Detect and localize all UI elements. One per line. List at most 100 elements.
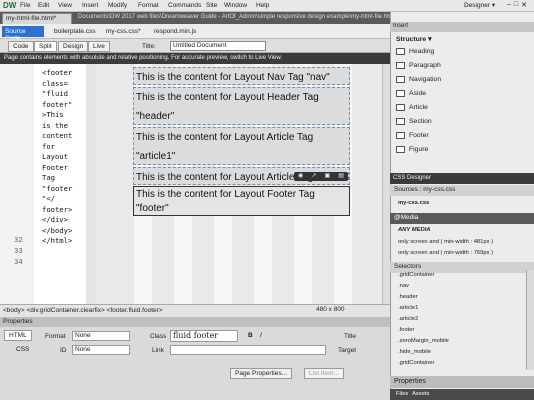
live-view-button[interactable]: Live xyxy=(88,41,110,52)
id-select[interactable]: None xyxy=(72,345,130,355)
design-view-button[interactable]: Design xyxy=(58,41,89,52)
insert-article[interactable]: Article xyxy=(396,104,428,111)
block-text: This is the content for Layout Nav Tag "… xyxy=(136,72,330,83)
css-designer-head: CSS Designer xyxy=(390,173,534,184)
any-media[interactable]: ANY MEDIA xyxy=(398,227,430,233)
selector-item[interactable]: .nav xyxy=(398,283,409,289)
code-line: </body> xyxy=(42,225,73,235)
media-rule[interactable]: only screen and ( min-width : 481px ) xyxy=(398,239,493,245)
selector-item[interactable]: .gridContainer xyxy=(398,272,434,278)
sources-header[interactable]: Sources : my-css.css xyxy=(390,185,534,196)
insert-label: Heading xyxy=(409,48,435,55)
html-mode-button[interactable]: HTML xyxy=(4,330,32,341)
code-line: >This xyxy=(42,110,64,119)
selector-item[interactable]: .article2 xyxy=(398,316,418,322)
delete-icon[interactable]: ▤ xyxy=(338,172,344,181)
menu-format[interactable]: Format xyxy=(138,2,159,9)
selectors-scrollbar[interactable] xyxy=(526,270,534,370)
link-input[interactable] xyxy=(170,345,326,355)
css-mode-button[interactable]: CSS xyxy=(16,346,29,353)
line-number: 33 xyxy=(14,246,23,255)
target-label: Target xyxy=(338,347,357,354)
format-label: Format xyxy=(45,333,66,340)
warning-bar: Page contains elements with absolute and… xyxy=(0,53,390,64)
article-icon xyxy=(396,104,405,111)
selector-item[interactable]: .hide_mobile xyxy=(398,349,431,355)
code-line: for xyxy=(42,141,55,151)
split-view-button[interactable]: Split xyxy=(34,41,57,52)
figure-icon xyxy=(396,146,405,153)
selector-item[interactable]: .gridContainer xyxy=(398,360,434,366)
selector-item[interactable]: .footer xyxy=(398,327,414,333)
related-file-mycss[interactable]: my-css.css* xyxy=(106,28,141,35)
related-file-boilerplate[interactable]: boilerplate.css xyxy=(54,28,96,35)
code-scrollbar[interactable] xyxy=(86,64,96,304)
list-item-button[interactable]: List Item... xyxy=(304,368,344,379)
code-line: "fluid xyxy=(42,89,68,98)
footer-block[interactable]: This is the content for Layout Footer Ta… xyxy=(133,186,350,216)
line-number: 34 xyxy=(14,257,23,266)
selector-item[interactable]: .article1 xyxy=(398,305,418,311)
menu-modify[interactable]: Modify xyxy=(108,2,127,9)
eye-icon[interactable]: ◉ xyxy=(298,172,303,181)
insert-navigation[interactable]: Navigation xyxy=(396,76,441,83)
design-scrollbar[interactable] xyxy=(382,64,390,304)
menu-site[interactable]: Site xyxy=(206,2,217,9)
link-label: Link xyxy=(152,347,164,354)
source-code-tab[interactable]: Source Code xyxy=(2,26,44,42)
menu-file[interactable]: File xyxy=(20,2,30,9)
structure-dropdown[interactable]: Structure ▾ xyxy=(396,35,432,43)
code-line: "footer xyxy=(42,183,73,193)
insert-figure[interactable]: Figure xyxy=(396,146,428,153)
insert-footer[interactable]: Footer xyxy=(396,132,429,139)
insert-aside[interactable]: Aside xyxy=(396,90,426,97)
media-rule[interactable]: only screen and ( min-width : 769px ) xyxy=(398,250,493,256)
code-line: "</ xyxy=(42,194,55,203)
selector-item[interactable]: .header xyxy=(398,294,418,300)
class-select[interactable]: fluid footer xyxy=(170,330,238,342)
title-input[interactable]: Untitled Document xyxy=(170,41,266,51)
italic-button[interactable]: I xyxy=(260,332,262,339)
code-line: is the xyxy=(42,120,68,130)
block-text: This is the content for Layout Footer Ta… xyxy=(136,189,315,214)
minimize-icon[interactable]: – xyxy=(507,1,511,11)
related-file-respond[interactable]: respond.min.js xyxy=(154,28,196,35)
element-toolbar[interactable]: ◉ ↗ ▣ ▤ xyxy=(294,172,348,181)
copy-icon[interactable]: ▣ xyxy=(325,172,331,181)
files-tab[interactable]: Files xyxy=(396,391,408,397)
source-file[interactable]: my-css.css xyxy=(398,200,429,206)
format-select[interactable]: None xyxy=(72,331,130,341)
selector-item[interactable]: .zeroMargin_mobile xyxy=(398,338,449,344)
media-header[interactable]: @Media xyxy=(390,213,534,224)
code-text[interactable]: <footer class= "fluid footer" >This is t… xyxy=(42,68,90,247)
bold-button[interactable]: B xyxy=(248,332,253,339)
assets-tab[interactable]: Assets xyxy=(412,391,429,397)
insert-label: Section xyxy=(409,118,432,125)
menu-help[interactable]: Help xyxy=(256,2,269,9)
maximize-icon[interactable]: □ xyxy=(514,1,518,11)
menu-window[interactable]: Window xyxy=(224,2,247,9)
window-size[interactable]: 480 x 800 xyxy=(316,306,345,313)
nav-block[interactable]: This is the content for Layout Nav Tag "… xyxy=(133,67,350,85)
title-prop-label: Title xyxy=(344,333,357,340)
css-properties-header[interactable]: Properties xyxy=(390,376,534,388)
paragraph-icon xyxy=(396,62,405,69)
header-block[interactable]: This is the content for Layout Header Ta… xyxy=(133,87,350,125)
insert-heading[interactable]: Heading xyxy=(396,48,434,55)
page-properties-button[interactable]: Page Properties... xyxy=(230,368,293,379)
code-gutter xyxy=(0,64,34,304)
article1-block[interactable]: This is the content for Layout Article T… xyxy=(133,127,350,165)
menu-view[interactable]: View xyxy=(58,2,72,9)
move-icon[interactable]: ↗ xyxy=(311,172,316,181)
workspace-switcher[interactable]: Designer ▾ xyxy=(464,1,504,11)
insert-paragraph[interactable]: Paragraph xyxy=(396,62,441,69)
close-icon[interactable]: ✕ xyxy=(521,1,527,11)
menu-insert[interactable]: Insert xyxy=(82,2,98,9)
document-tab[interactable]: my-html-file.html* xyxy=(2,13,72,24)
menu-commands[interactable]: Commands xyxy=(168,2,201,9)
code-line: Layout xyxy=(42,152,68,161)
menu-edit[interactable]: Edit xyxy=(38,2,49,9)
insert-section[interactable]: Section xyxy=(396,118,432,125)
code-view-button[interactable]: Code xyxy=(8,41,34,52)
insert-label: Footer xyxy=(409,132,429,139)
